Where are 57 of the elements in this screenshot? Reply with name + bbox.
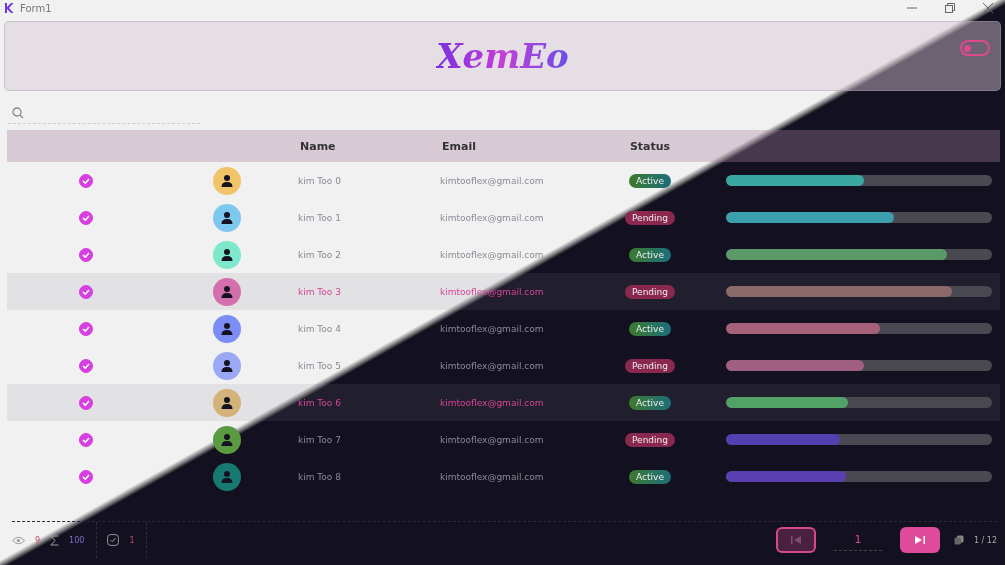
- skip-back-icon: [789, 535, 802, 545]
- app-logo-icon: [4, 3, 14, 13]
- row-checkbox[interactable]: [79, 432, 93, 447]
- column-header[interactable]: Email: [430, 139, 600, 153]
- name-cell: kim Too 7: [298, 434, 341, 445]
- row-checkbox[interactable]: [79, 395, 93, 410]
- email-cell: kimtooflex@gmail.com: [440, 471, 544, 482]
- view-count: 9: [35, 535, 41, 545]
- highlighted-row[interactable]: kim Too 6 kimtooflex@gmail.com Active: [7, 384, 1000, 421]
- name-cell: kim Too 6: [298, 397, 341, 408]
- status-badge: Active: [629, 395, 671, 410]
- row-checkbox[interactable]: [79, 210, 93, 225]
- name-cell: kim Too 5: [298, 360, 341, 371]
- email-cell: kimtooflex@gmail.com: [440, 249, 544, 260]
- row-checkbox[interactable]: [79, 247, 93, 262]
- row-checkbox[interactable]: [79, 469, 93, 484]
- close-icon[interactable]: [983, 3, 993, 13]
- status-badge: Active: [629, 173, 671, 188]
- status-badge: Active: [629, 247, 671, 262]
- row-checkbox[interactable]: [79, 284, 93, 299]
- email-cell: kimtooflex@gmail.com: [440, 434, 544, 445]
- checked-count: 1: [129, 535, 135, 545]
- sigma-icon: [50, 534, 60, 546]
- pages-icon: [953, 535, 964, 545]
- status-badge: Active: [629, 469, 671, 484]
- email-cell: kimtooflex@gmail.com: [440, 212, 544, 223]
- search-icon: [12, 107, 24, 119]
- email-cell: kimtooflex@gmail.com: [440, 175, 544, 186]
- name-cell: kim Too 1: [298, 212, 341, 223]
- page-number-field[interactable]: 1: [833, 529, 882, 551]
- restore-icon[interactable]: [945, 3, 955, 13]
- status-badge: Pending: [625, 432, 675, 447]
- window-title: Form1: [20, 2, 52, 14]
- status-badge: Active: [629, 321, 671, 336]
- status-badge: Pending: [625, 358, 675, 373]
- total-count: 100: [69, 535, 85, 545]
- status-badge: Pending: [625, 210, 675, 225]
- page-count: 1 / 12: [973, 535, 997, 545]
- next-page-button[interactable]: [899, 527, 940, 553]
- email-cell: kimtooflex@gmail.com: [440, 360, 544, 371]
- row-checkbox[interactable]: [79, 358, 93, 373]
- name-cell: kim Too 3: [298, 286, 341, 297]
- column-header[interactable]: Status: [600, 139, 700, 153]
- name-cell: kim Too 2: [298, 249, 341, 260]
- row-checkbox[interactable]: [79, 173, 93, 188]
- name-cell: kim Too 8: [298, 471, 341, 482]
- email-cell: kimtooflex@gmail.com: [440, 397, 544, 408]
- checkbox-icon: [107, 534, 120, 546]
- name-cell: kim Too 4: [298, 323, 341, 334]
- name-cell: kim Too 0: [298, 175, 341, 186]
- column-header[interactable]: Name: [288, 139, 430, 153]
- email-cell: kimtooflex@gmail.com: [440, 323, 544, 334]
- theme-toggle[interactable]: [960, 40, 990, 56]
- skip-forward-icon: [913, 535, 926, 545]
- eye-icon: [12, 535, 25, 545]
- row-checkbox[interactable]: [79, 321, 93, 336]
- status-badge: Pending: [625, 284, 675, 299]
